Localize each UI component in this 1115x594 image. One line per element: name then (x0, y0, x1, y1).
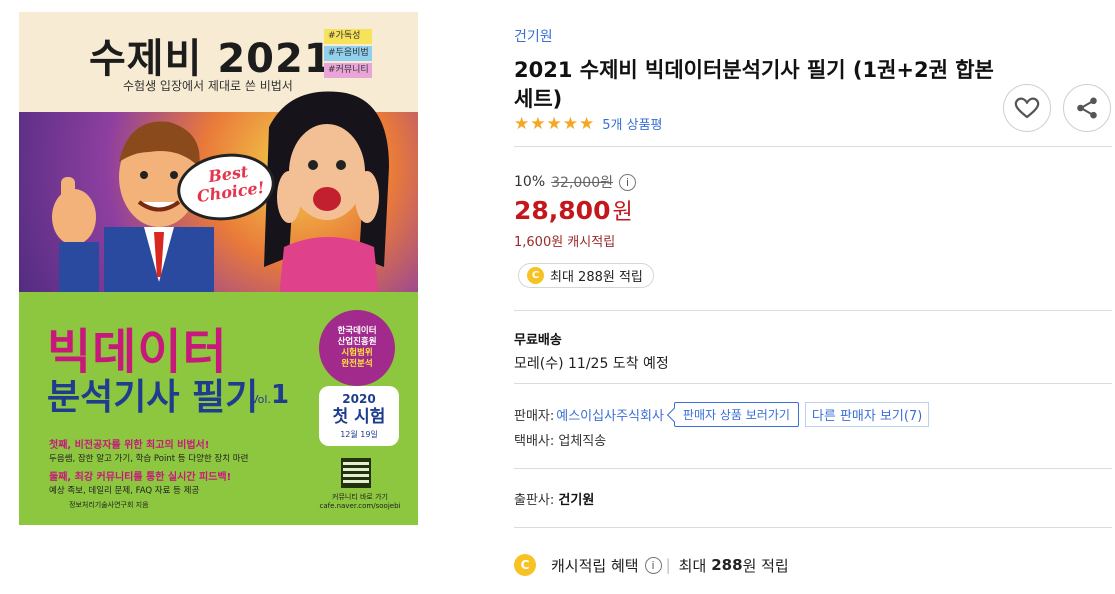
share-button[interactable] (1063, 84, 1111, 132)
benefit-label: 캐시적립 혜택 (551, 556, 639, 575)
seller-row: 판매자: 예스이십사주식회사 판매자 상품 보러가기 다른 판매자 보기(7) (514, 402, 930, 427)
cover-tag: #가독성 (324, 29, 372, 44)
share-icon (1077, 97, 1097, 119)
seller-label: 판매자: (514, 409, 555, 424)
cover-feature-desc: 두음쌤, 잠한 알고 가기, 학습 Point 등 다양한 장치 마련 (49, 454, 249, 464)
delivery-company: 택배사: 업체직송 (514, 434, 607, 449)
author-link[interactable]: 건기원 (514, 26, 553, 46)
cash-benefit-row: C 캐시적립 혜택 i | 최대 288 원 적립 (514, 554, 789, 576)
cover-publisher: 정보처리기술사연구회 지음 (69, 501, 149, 509)
wishlist-button[interactable] (1003, 84, 1051, 132)
discount-rate: 10% (514, 174, 546, 190)
qr-caption: 커뮤니티 바로 가기 cafe.naver.com/soojebi (315, 492, 405, 510)
sale-price: 28,800원 (514, 194, 633, 226)
cover-seal: 한국데이터 산업진흥원 시험범위 완전분석 (319, 310, 395, 386)
seal-line: 완전분석 (341, 359, 373, 369)
view-seller-products-button[interactable]: 판매자 상품 보러가기 (673, 402, 799, 427)
cover-volume: Vol.1 (251, 380, 289, 410)
publisher-row: 출판사: 건기원 (514, 489, 594, 508)
cover-exam-badge: 2020 첫 시험 12월 19일 (319, 386, 399, 446)
exam-date: 12월 19일 (340, 430, 378, 439)
product-title: 2021 수제비 빅데이터분석기사 필기 (1권+2권 합본세트) (514, 58, 994, 111)
cover-feature: 둘째, 최강 커뮤니티를 통한 실시간 피드백! (49, 472, 232, 483)
discount-row: 10% 32,000원 i (514, 172, 636, 192)
sale-price-value: 28,800 (514, 196, 611, 225)
review-count-link[interactable]: 5개 상품평 (602, 114, 662, 133)
cover-title: 수제비 2021 (89, 36, 333, 82)
original-price: 32,000원 (551, 175, 613, 191)
rating-row[interactable]: ★ ★ ★ ★ ★ 5개 상품평 (514, 113, 663, 134)
product-image[interactable]: 수제비 2021 수험생 입장에서 제대로 쓴 비법서 #가독성 #두음비법 #… (19, 12, 418, 525)
exam-label: 첫 시험 (332, 407, 386, 427)
shipping-eta: 모레(수) 11/25 도착 예정 (514, 356, 669, 372)
publisher-label: 출판사: (514, 493, 555, 508)
other-sellers-button[interactable]: 다른 판매자 보기(7) (804, 402, 930, 427)
star-icon: ★ (546, 113, 562, 134)
exam-year: 2020 (342, 392, 376, 406)
divider (514, 527, 1112, 528)
separator: | (665, 556, 671, 574)
cash-coin-icon: C (514, 554, 536, 576)
cover-feature-desc: 예상 족보, 데일리 문제, FAQ 자료 등 제공 (49, 486, 200, 496)
seal-line: 한국데이터 (337, 326, 377, 336)
qr-caption-line: 커뮤니티 바로 가기 (332, 493, 388, 501)
divider (514, 468, 1112, 469)
benefit-amount: 288 (711, 556, 743, 574)
divider (514, 146, 1112, 147)
star-icon: ★ (579, 113, 595, 134)
max-reward-pill[interactable]: C 최대 288원 적립 (518, 263, 654, 288)
star-icon: ★ (562, 113, 578, 134)
benefit-prefix: 최대 (678, 556, 707, 575)
volume-label: Vol. (251, 393, 271, 406)
seal-line: 시험범위 (341, 348, 373, 358)
price-unit: 원 (612, 200, 633, 225)
benefit-suffix: 원 적립 (742, 556, 789, 575)
seller-name-link[interactable]: 예스이십사주식회사 (556, 405, 664, 424)
cover-tag: #두음비법 (324, 46, 372, 61)
cover-tag: #커뮤니티 (324, 63, 372, 78)
cash-reward: 1,600원 캐시적립 (514, 235, 616, 250)
shipping-title: 무료배송 (514, 333, 562, 348)
divider (514, 383, 1112, 384)
qr-caption-line: cafe.naver.com/soojebi (319, 502, 401, 510)
max-reward-label: 최대 288원 적립 (550, 270, 643, 285)
divider (514, 310, 1112, 311)
qr-code (341, 458, 371, 488)
cover-feature: 첫째, 비전공자를 위한 최고의 비법서! (49, 440, 210, 451)
heart-icon (1014, 97, 1040, 119)
info-icon[interactable]: i (644, 556, 662, 574)
info-icon[interactable]: i (619, 173, 636, 191)
publisher-name: 건기원 (558, 493, 595, 508)
volume-number: 1 (270, 380, 290, 410)
star-icon: ★ (514, 113, 530, 134)
seal-line: 산업진흥원 (337, 337, 377, 347)
cover-main-subtitle: 분석기사 필기 (47, 377, 259, 418)
star-icon: ★ (530, 113, 546, 134)
cash-coin-icon: C (527, 267, 544, 284)
